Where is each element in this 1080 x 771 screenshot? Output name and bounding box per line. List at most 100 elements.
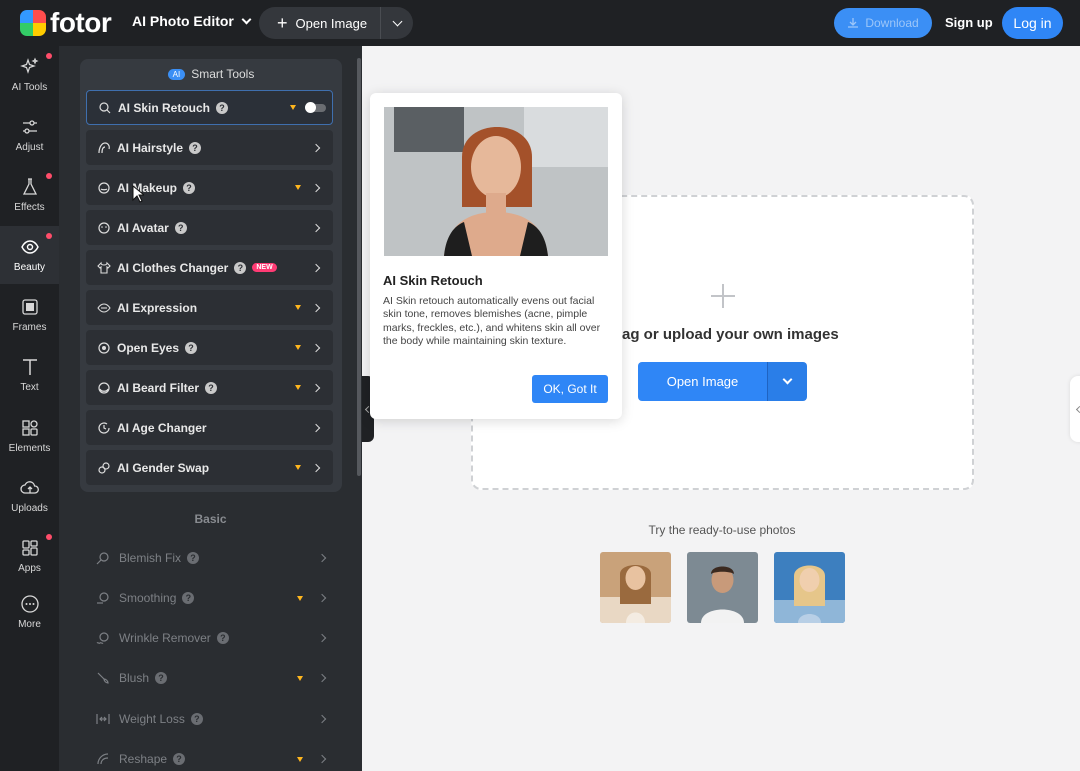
rail-label: Text bbox=[20, 382, 39, 393]
tool-label: AI Makeup bbox=[117, 180, 178, 195]
text-icon bbox=[22, 359, 37, 375]
help-icon[interactable]: ? bbox=[234, 261, 247, 274]
more-icon bbox=[20, 595, 39, 613]
tool-label: AI Gender Swap bbox=[117, 460, 210, 475]
help-icon[interactable]: ? bbox=[174, 221, 187, 234]
chevron-right-icon bbox=[317, 633, 327, 643]
help-icon[interactable]: ? bbox=[183, 181, 196, 194]
sample-photo-man[interactable] bbox=[687, 552, 758, 623]
help-icon[interactable]: ? bbox=[182, 592, 195, 604]
clothes-icon bbox=[97, 261, 111, 274]
open-image-button[interactable]: + Open Image bbox=[259, 7, 381, 39]
download-label: Download bbox=[865, 16, 919, 30]
canvas-open-image-dropdown[interactable] bbox=[767, 362, 807, 401]
tool-ai-skin-retouch[interactable]: AI Skin Retouch ? bbox=[86, 90, 333, 125]
blush-brush-icon bbox=[97, 672, 109, 684]
gender-swap-icon bbox=[98, 461, 110, 474]
panel-scrollbar[interactable] bbox=[357, 58, 361, 476]
top-bar: fotor AI Photo Editor + Open Image Downl… bbox=[0, 0, 1080, 46]
rail-item-frames[interactable]: Frames bbox=[0, 286, 59, 344]
chevron-right-icon bbox=[311, 343, 321, 352]
help-icon[interactable]: ? bbox=[155, 672, 168, 684]
premium-crown-icon bbox=[295, 185, 301, 190]
rail-item-effects[interactable]: Effects bbox=[0, 166, 59, 224]
rail-item-text[interactable]: Text bbox=[0, 346, 59, 404]
canvas-open-image-button[interactable]: Open Image bbox=[638, 362, 767, 401]
rail-label: Adjust bbox=[15, 142, 44, 153]
fotor-logo-icon bbox=[20, 10, 46, 36]
download-icon bbox=[848, 18, 859, 28]
skin-retouch-icon bbox=[99, 101, 111, 113]
logo-text: fotor bbox=[50, 7, 112, 38]
smoothing-icon bbox=[97, 592, 109, 604]
rail-label: Frames bbox=[12, 322, 47, 333]
sign-up-link[interactable]: Sign up bbox=[945, 15, 993, 30]
premium-crown-icon bbox=[297, 675, 303, 681]
help-icon[interactable]: ? bbox=[187, 552, 200, 564]
rail-item-adjust[interactable]: Adjust bbox=[0, 106, 59, 164]
smart-tools-header: AI Smart Tools bbox=[80, 67, 342, 81]
help-icon[interactable]: ? bbox=[216, 632, 229, 644]
tool-ai-hairstyle[interactable]: AI Hairstyle ? bbox=[86, 130, 333, 165]
sample-photo-blonde-woman[interactable] bbox=[774, 552, 845, 623]
right-panel-handle[interactable] bbox=[1070, 376, 1080, 442]
tool-open-eyes[interactable]: Open Eyes ? bbox=[86, 330, 333, 365]
tool-ai-makeup[interactable]: AI Makeup ? bbox=[86, 170, 333, 205]
sample-photo-woman[interactable] bbox=[600, 552, 671, 623]
help-icon[interactable]: ? bbox=[216, 101, 229, 114]
tool-wrinkle-remover[interactable]: Wrinkle Remover ? bbox=[89, 623, 335, 653]
tool-label: Weight Loss bbox=[119, 712, 185, 726]
download-button[interactable]: Download bbox=[834, 8, 932, 38]
skin-retouch-toggle[interactable] bbox=[305, 101, 326, 113]
rail-label: Effects bbox=[14, 202, 45, 213]
rail-item-uploads[interactable]: Uploads bbox=[0, 467, 59, 525]
wrinkle-remover-icon bbox=[96, 632, 109, 644]
tool-blush[interactable]: Blush ? bbox=[89, 663, 335, 693]
blemish-fix-icon bbox=[96, 552, 109, 565]
premium-crown-icon bbox=[295, 465, 301, 470]
log-in-button[interactable]: Log in bbox=[1002, 7, 1063, 39]
open-image-dropdown[interactable] bbox=[381, 7, 413, 39]
sample-photo-image bbox=[687, 552, 758, 623]
tool-label: Reshape bbox=[119, 752, 168, 766]
rail-item-ai-tools[interactable]: AI Tools bbox=[0, 46, 59, 104]
beauty-panel: AI Smart Tools AI Skin Retouch ? AI Hair… bbox=[59, 46, 362, 771]
tool-ai-clothes-changer[interactable]: AI Clothes Changer ? NEW bbox=[86, 250, 333, 285]
rail-item-apps[interactable]: Apps bbox=[0, 527, 59, 585]
popover-title: AI Skin Retouch bbox=[383, 273, 483, 288]
rail-item-elements[interactable]: Elements bbox=[0, 407, 59, 465]
chevron-right-icon bbox=[311, 303, 321, 312]
tool-label: Blush bbox=[119, 671, 150, 685]
rail-item-beauty[interactable]: Beauty bbox=[0, 226, 59, 284]
tool-reshape[interactable]: Reshape ? bbox=[89, 744, 335, 771]
help-icon[interactable]: ? bbox=[173, 753, 186, 765]
help-icon[interactable]: ? bbox=[205, 381, 218, 394]
skin-retouch-popover: AI Skin Retouch AI Skin retouch automati… bbox=[370, 93, 622, 419]
tool-blemish-fix[interactable]: Blemish Fix ? bbox=[89, 543, 335, 573]
rail-label: Uploads bbox=[11, 503, 48, 514]
ok-got-it-button[interactable]: OK, Got It bbox=[532, 375, 608, 403]
flask-icon bbox=[22, 178, 37, 195]
tool-ai-beard-filter[interactable]: AI Beard Filter ? bbox=[86, 370, 333, 405]
tool-weight-loss[interactable]: Weight Loss ? bbox=[89, 704, 335, 734]
tool-ai-avatar[interactable]: AI Avatar ? bbox=[86, 210, 333, 245]
plus-icon bbox=[711, 284, 735, 308]
help-icon[interactable]: ? bbox=[189, 141, 202, 154]
tool-label: Blemish Fix bbox=[119, 551, 182, 565]
fotor-logo[interactable]: fotor bbox=[20, 7, 112, 38]
help-icon[interactable]: ? bbox=[190, 713, 203, 725]
reshape-icon bbox=[97, 753, 109, 765]
tool-ai-expression[interactable]: AI Expression bbox=[86, 290, 333, 325]
rail-item-more[interactable]: More bbox=[0, 583, 59, 641]
tool-ai-age-changer[interactable]: AI Age Changer bbox=[86, 410, 333, 445]
tool-ai-gender-swap[interactable]: AI Gender Swap bbox=[86, 450, 333, 485]
tool-smoothing[interactable]: Smoothing ? bbox=[89, 583, 335, 613]
editor-menu[interactable]: AI Photo Editor bbox=[132, 13, 252, 29]
help-icon[interactable]: ? bbox=[185, 341, 198, 354]
new-badge: NEW bbox=[252, 263, 277, 272]
makeup-icon bbox=[98, 181, 110, 194]
eye-icon bbox=[20, 240, 39, 254]
open-eyes-icon bbox=[98, 341, 110, 354]
sample-photo-image bbox=[600, 552, 671, 623]
chevron-right-icon bbox=[317, 754, 327, 764]
